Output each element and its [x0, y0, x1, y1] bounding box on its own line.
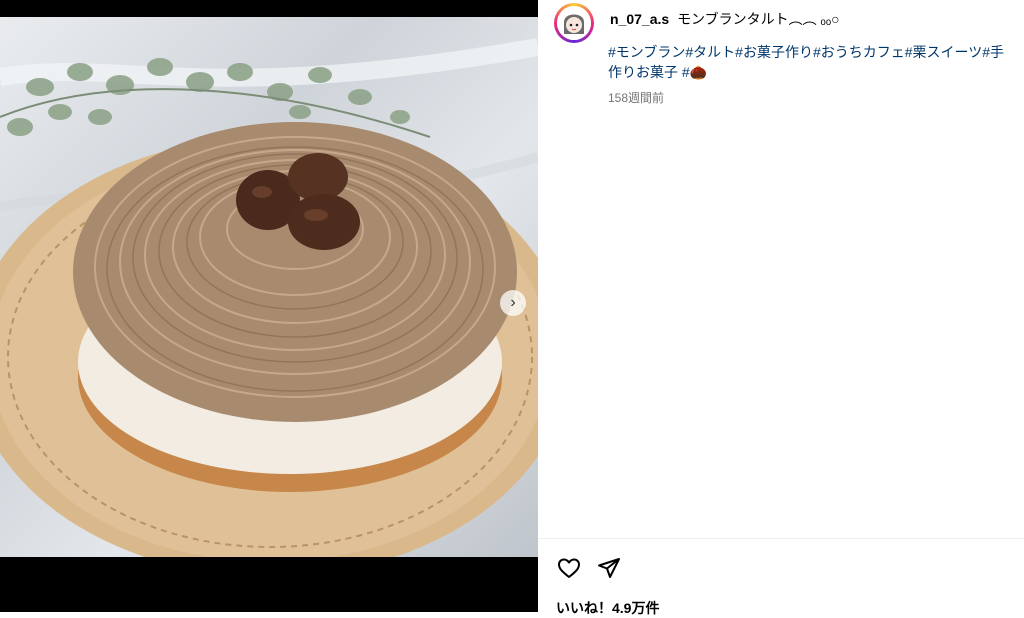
send-icon: [598, 558, 620, 578]
hashtags-line-1[interactable]: #モンブラン#タルト#お菓子作り#おうちカフェ#栗スイーツ#手: [608, 44, 1004, 60]
post-media: ›: [0, 0, 538, 612]
username-link[interactable]: n_07_a.s: [610, 11, 669, 27]
avatar[interactable]: [554, 3, 594, 43]
likes-count[interactable]: いいね！4.9万件: [556, 598, 659, 618]
divider: [538, 538, 1024, 539]
hashtags[interactable]: #モンブラン#タルト#お菓子作り#おうちカフェ#栗スイーツ#手 作りお菓子 #🌰: [608, 42, 1024, 82]
post-photo: ›: [0, 17, 538, 557]
post-timestamp[interactable]: 158週間前: [608, 89, 664, 106]
caption-title: n_07_a.s モンブランタルト︵︵ ₒₒ○: [610, 9, 840, 29]
tart-illustration: [0, 38, 538, 557]
post-detail-panel: n_07_a.s モンブランタルト︵︵ ₒₒ○ #モンブラン#タルト#お菓子作り…: [538, 0, 1024, 612]
caption-text: モンブランタルト︵︵ ₒₒ○: [677, 11, 840, 27]
next-image-button[interactable]: ›: [500, 290, 526, 316]
heart-icon: [558, 558, 580, 578]
share-button[interactable]: [596, 555, 622, 581]
like-button[interactable]: [556, 555, 582, 581]
avatar-image: [557, 6, 591, 40]
chevron-right-icon: ›: [510, 294, 516, 311]
post-actions: [556, 555, 622, 581]
hashtags-line-2[interactable]: 作りお菓子 #🌰: [608, 62, 1024, 82]
